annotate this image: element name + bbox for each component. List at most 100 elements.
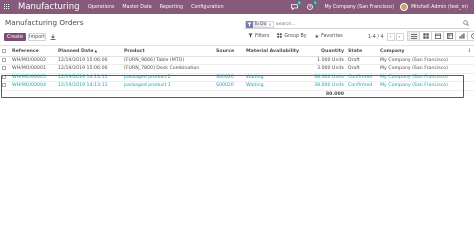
- app-brand[interactable]: Manufacturing: [18, 2, 84, 12]
- cell-product: packaged product 1: [122, 81, 214, 91]
- search-facet-label: To Do: [253, 21, 268, 27]
- total-quantity: 80.000: [325, 91, 344, 97]
- cell-availability: [244, 56, 306, 65]
- cell-source: S00020: [214, 81, 244, 91]
- pager-value[interactable]: 1-4 / 4: [368, 35, 384, 40]
- filter-icon: [248, 33, 253, 40]
- select-all-checkbox[interactable]: [2, 48, 6, 53]
- user-avatar[interactable]: [399, 3, 408, 11]
- messages-icon[interactable]: 6: [290, 1, 302, 11]
- download-icon[interactable]: [48, 33, 57, 41]
- table-row[interactable]: WH/MO/00005 12/19/2019 14:13:11 packaged…: [0, 73, 474, 82]
- view-switcher: [407, 31, 474, 41]
- quantity-unit: Units: [332, 83, 344, 89]
- cell-company: My Company (San Francisco): [378, 56, 465, 65]
- column-source[interactable]: Source: [214, 47, 244, 57]
- pager-next-icon[interactable]: ›: [395, 33, 404, 41]
- cell-company: My Company (San Francisco): [378, 81, 465, 91]
- quantity-value: 3.000: [317, 66, 331, 72]
- sort-caret-icon: ▲: [94, 48, 98, 53]
- column-material-availability[interactable]: Material Availability: [244, 47, 306, 57]
- table-row[interactable]: WH/MO/00004 12/19/2019 14:13:11 packaged…: [0, 81, 474, 91]
- cell-state: Draft: [346, 64, 378, 74]
- cell-product: [FURN_7800] Desk Combination: [122, 64, 214, 74]
- search-bar: To Do ✕: [244, 20, 470, 29]
- cell-planned-date: 12/19/2019 14:13:11: [56, 73, 122, 82]
- row-checkbox[interactable]: [2, 74, 6, 79]
- table-header-row: Reference Planned Date▲ Product Source M…: [0, 47, 474, 57]
- cell-planned-date: 12/19/2019 15:06:06: [56, 56, 122, 65]
- filters-dropdown[interactable]: Filters: [244, 33, 273, 40]
- cell-reference: WH/MO/00002: [10, 56, 56, 65]
- breadcrumb: Manufacturing Orders: [5, 18, 84, 27]
- search-options: Filters Group By ★ Favorites: [244, 33, 347, 40]
- quantity-unit: Units: [332, 66, 344, 72]
- favorites-dropdown[interactable]: ★ Favorites: [311, 34, 347, 40]
- cell-reference: WH/MO/00001: [10, 64, 56, 74]
- optional-columns-icon[interactable]: ⋮: [465, 47, 474, 57]
- activities-clock-icon[interactable]: 5: [306, 1, 318, 11]
- pager-previous-icon[interactable]: ‹: [386, 33, 395, 41]
- cell-state: Confirmed: [346, 81, 378, 91]
- cell-availability: Waiting: [244, 73, 306, 82]
- messages-count-badge: 6: [297, 1, 302, 5]
- column-planned-date[interactable]: Planned Date▲: [56, 47, 122, 57]
- cell-reference: WH/MO/00005: [10, 73, 56, 82]
- column-reference[interactable]: Reference: [10, 47, 56, 57]
- cell-quantity: 38.000 Units: [306, 81, 346, 91]
- cell-reference: WH/MO/00004: [10, 81, 56, 91]
- cell-quantity: 3.000 Units: [306, 64, 346, 74]
- user-menu[interactable]: Mitchell Admin (test_m): [411, 5, 468, 10]
- cell-source: S00020: [214, 73, 244, 82]
- quantity-value: 1.000: [317, 57, 331, 63]
- create-button[interactable]: Create: [4, 33, 26, 41]
- cell-company: My Company (San Francisco): [378, 64, 465, 74]
- row-checkbox[interactable]: [2, 83, 6, 87]
- filter-icon: [246, 20, 253, 28]
- remove-facet-icon[interactable]: ✕: [267, 22, 272, 27]
- search-facet: To Do ✕: [245, 20, 274, 28]
- quantity-unit: Units: [332, 57, 344, 63]
- cell-state: Confirmed: [346, 73, 378, 82]
- filters-label: Filters: [255, 34, 270, 39]
- apps-menu-icon[interactable]: [4, 4, 10, 10]
- cell-availability: Waiting: [244, 81, 306, 91]
- menu-operations[interactable]: Operations: [84, 5, 118, 10]
- column-product[interactable]: Product: [122, 47, 214, 57]
- cell-company: My Company (San Francisco): [378, 73, 465, 82]
- cell-planned-date: 12/19/2019 15:06:06: [56, 64, 122, 74]
- quantity-unit: Units: [332, 74, 344, 80]
- table-row[interactable]: WH/MO/00001 12/19/2019 15:06:06 [FURN_78…: [0, 64, 474, 74]
- activity-view-icon[interactable]: [467, 31, 474, 41]
- group-by-icon: [277, 33, 283, 40]
- column-company[interactable]: Company: [378, 47, 465, 57]
- favorites-label: Favorites: [321, 34, 343, 39]
- column-quantity[interactable]: Quantity: [306, 47, 346, 57]
- company-switcher[interactable]: My Company (San Francisco): [324, 5, 394, 10]
- cell-product: packaged product 2: [122, 73, 214, 82]
- group-by-dropdown[interactable]: Group By: [273, 33, 310, 40]
- star-icon: ★: [314, 33, 320, 40]
- cell-planned-date: 12/19/2019 14:13:11: [56, 81, 122, 91]
- table-row[interactable]: WH/MO/00002 12/19/2019 15:06:06 [FURN_96…: [0, 56, 474, 65]
- group-by-label: Group By: [284, 34, 307, 39]
- search-input[interactable]: [273, 21, 462, 27]
- activities-count-badge: 5: [313, 1, 318, 5]
- row-checkbox[interactable]: [2, 57, 6, 62]
- cell-state: Draft: [346, 56, 378, 65]
- control-panel: Manufacturing Orders To Do ✕ Create Impo…: [0, 14, 474, 46]
- menu-reporting[interactable]: Reporting: [156, 5, 187, 10]
- column-planned-date-label: Planned Date: [58, 48, 94, 54]
- column-state[interactable]: State: [346, 47, 378, 57]
- cell-quantity: 38.000 Units: [306, 73, 346, 82]
- row-checkbox[interactable]: [2, 66, 6, 70]
- cell-source: [214, 56, 244, 65]
- search-icon[interactable]: [462, 20, 470, 28]
- cell-quantity: 1.000 Units: [306, 56, 346, 65]
- cell-availability: [244, 64, 306, 74]
- import-button[interactable]: Import: [28, 33, 46, 41]
- menu-master-data[interactable]: Master Data: [118, 5, 155, 10]
- menu-configuration[interactable]: Configuration: [187, 5, 228, 10]
- cell-product: [FURN_9666] Table (MTO): [122, 56, 214, 65]
- manufacturing-orders-table: Reference Planned Date▲ Product Source M…: [0, 47, 474, 98]
